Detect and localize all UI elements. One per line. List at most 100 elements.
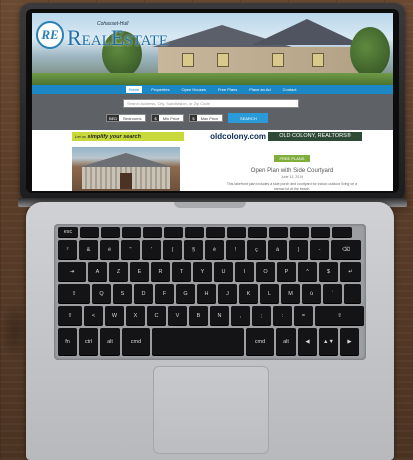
key[interactable]: ': [142, 240, 161, 259]
ad-old-colony-realtors[interactable]: OLD COLONY, REALTORS®: [268, 132, 362, 141]
key[interactable]: ▲▼: [319, 328, 338, 355]
key[interactable]: <: [84, 306, 103, 325]
key[interactable]: [248, 227, 267, 237]
key[interactable]: U: [214, 262, 233, 281]
key[interactable]: [122, 227, 141, 237]
key[interactable]: è: [205, 240, 224, 259]
ad-simplify-search[interactable]: Let us simplify your search: [72, 132, 184, 141]
key[interactable]: fn: [58, 328, 77, 355]
key[interactable]: ⌫: [331, 240, 361, 259]
key[interactable]: ù: [302, 284, 321, 303]
key[interactable]: ,: [231, 306, 250, 325]
key[interactable]: -: [310, 240, 329, 259]
key[interactable]: `: [323, 284, 342, 303]
nav-contact[interactable]: Contact: [280, 86, 300, 93]
search-input[interactable]: Search Address, City, Subdivision, or Zi…: [123, 99, 299, 108]
key[interactable]: ç: [247, 240, 266, 259]
key[interactable]: [143, 227, 162, 237]
key[interactable]: Y: [193, 262, 212, 281]
key[interactable]: ⇪: [58, 284, 90, 303]
key[interactable]: [101, 227, 120, 237]
key[interactable]: à: [268, 240, 287, 259]
key[interactable]: J: [218, 284, 237, 303]
key[interactable]: =: [294, 306, 313, 325]
key[interactable]: O: [256, 262, 275, 281]
ad-oldcolony-link[interactable]: oldcolony.com: [186, 132, 266, 141]
key[interactable]: Q: [92, 284, 111, 303]
key[interactable]: F: [155, 284, 174, 303]
trackpad[interactable]: [153, 366, 269, 454]
key[interactable]: [332, 227, 352, 237]
key[interactable]: cmd: [246, 328, 274, 355]
nav-free-plans[interactable]: Free Plans: [215, 86, 240, 93]
key[interactable]: [344, 284, 361, 303]
key[interactable]: alt: [276, 328, 296, 355]
key[interactable]: &: [79, 240, 98, 259]
key[interactable]: :: [273, 306, 292, 325]
key[interactable]: ▶: [340, 328, 359, 355]
search-button[interactable]: SEARCH: [228, 113, 269, 123]
key[interactable]: [269, 227, 288, 237]
key[interactable]: ": [121, 240, 140, 259]
nav-home[interactable]: Home: [125, 86, 143, 93]
key[interactable]: ↵: [340, 262, 361, 281]
max-price-select[interactable]: $ Max Price: [189, 114, 224, 122]
nav-place-ad[interactable]: Place an Ad: [246, 86, 273, 93]
key[interactable]: B: [189, 306, 208, 325]
key[interactable]: X: [126, 306, 145, 325]
nav-properties[interactable]: Properties: [148, 86, 172, 93]
nav-open-houses[interactable]: Open Houses: [178, 86, 208, 93]
key[interactable]: S: [113, 284, 132, 303]
key[interactable]: [164, 227, 183, 237]
key[interactable]: esc: [58, 227, 78, 237]
key[interactable]: W: [105, 306, 124, 325]
key[interactable]: D: [134, 284, 153, 303]
site-logo[interactable]: RE Cohasset-Hull RealEstate: [36, 19, 168, 51]
key[interactable]: N: [210, 306, 229, 325]
key[interactable]: ): [289, 240, 308, 259]
key[interactable]: ²: [58, 240, 77, 259]
listing-photo[interactable]: [72, 147, 180, 191]
key[interactable]: L: [260, 284, 279, 303]
key[interactable]: (: [163, 240, 182, 259]
key[interactable]: ⇥: [58, 262, 86, 281]
key[interactable]: K: [239, 284, 258, 303]
key[interactable]: ^: [298, 262, 317, 281]
key[interactable]: §: [184, 240, 203, 259]
key[interactable]: ⇧: [58, 306, 82, 325]
listing-title[interactable]: Open Plan with Side Courtyard: [222, 168, 362, 174]
key[interactable]: cmd: [122, 328, 150, 355]
bedrooms-select[interactable]: BED Bedrooms: [106, 114, 147, 122]
key[interactable]: V: [168, 306, 187, 325]
key[interactable]: alt: [100, 328, 120, 355]
key[interactable]: H: [197, 284, 216, 303]
key[interactable]: P: [277, 262, 296, 281]
key[interactable]: ⇧: [315, 306, 364, 325]
key[interactable]: Z: [109, 262, 128, 281]
key[interactable]: $: [319, 262, 338, 281]
key[interactable]: !: [226, 240, 245, 259]
key[interactable]: [227, 227, 246, 237]
key[interactable]: ctrl: [79, 328, 98, 355]
space-key[interactable]: [152, 328, 244, 355]
key[interactable]: E: [130, 262, 149, 281]
key[interactable]: [290, 227, 309, 237]
key[interactable]: ◀: [298, 328, 317, 355]
key[interactable]: I: [235, 262, 254, 281]
key[interactable]: A: [88, 262, 107, 281]
free-plans-badge[interactable]: FREE PLANS: [273, 155, 311, 162]
min-price-select[interactable]: $ Min Price: [151, 114, 185, 122]
key[interactable]: C: [147, 306, 166, 325]
key[interactable]: [311, 227, 330, 237]
key[interactable]: é: [100, 240, 119, 259]
key[interactable]: [185, 227, 204, 237]
key[interactable]: [206, 227, 225, 237]
key[interactable]: M: [281, 284, 300, 303]
key[interactable]: R: [151, 262, 170, 281]
key[interactable]: G: [176, 284, 195, 303]
modifier-key-row: fn ctrl alt cmd cmd alt ◀ ▲▼ ▶: [58, 328, 359, 355]
key[interactable]: T: [172, 262, 191, 281]
top-letter-row: ⇥ A Z E R T Y U I O P ^ $ ↵: [58, 262, 361, 281]
key[interactable]: [80, 227, 99, 237]
key[interactable]: ;: [252, 306, 271, 325]
